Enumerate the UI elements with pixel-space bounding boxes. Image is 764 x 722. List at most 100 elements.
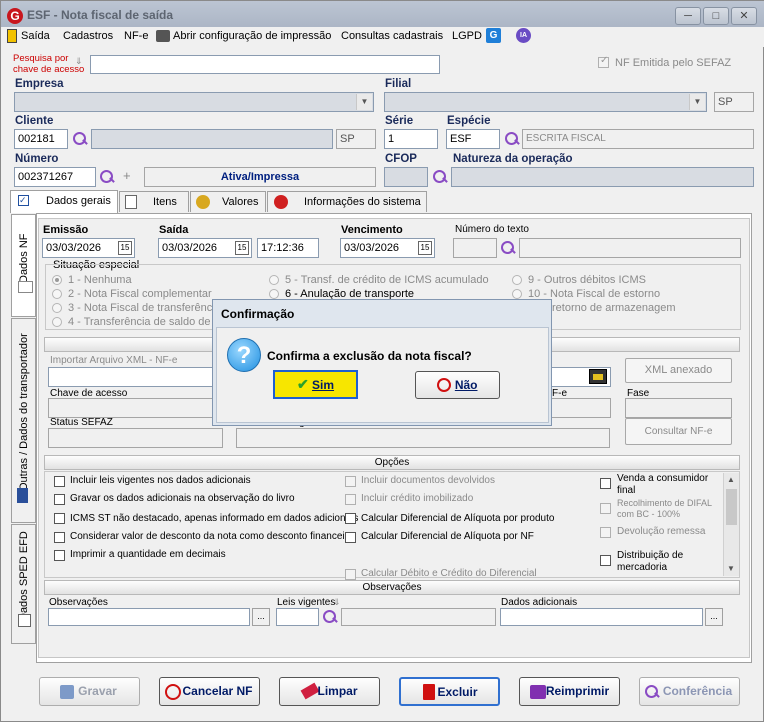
serie-input[interactable]: 1 <box>384 129 438 149</box>
folder-icon[interactable] <box>589 369 607 384</box>
opcao-checkbox[interactable] <box>345 513 356 524</box>
calendar-icon[interactable]: 15 <box>418 241 432 255</box>
filial-combo[interactable]: ▼ <box>384 92 707 112</box>
opcao-checkbox[interactable] <box>345 494 356 505</box>
limpar-button[interactable]: Limpar <box>279 677 380 706</box>
tab-valores[interactable]: Valores <box>190 191 266 212</box>
calendar-icon[interactable]: 15 <box>235 241 249 255</box>
search-icon[interactable] <box>504 131 520 147</box>
no-entry-icon <box>165 684 181 700</box>
opcao-checkbox[interactable] <box>345 569 356 580</box>
app-logo-icon: G <box>7 8 23 24</box>
menu-nfe[interactable]: NF-e <box>124 30 148 42</box>
opcao-checkbox[interactable] <box>600 555 611 566</box>
vencimento-input[interactable]: 03/03/2026 15 <box>340 238 435 258</box>
cancelar-nf-button[interactable]: Cancelar NF <box>159 677 260 706</box>
menu-config-impressao[interactable]: Abrir configuração de impressão <box>173 30 331 42</box>
situacao-option: 9 - Outros débitos ICMS <box>528 274 646 286</box>
empresa-combo[interactable]: ▼ <box>14 92 374 112</box>
numero-texto-input[interactable] <box>453 238 497 258</box>
search-icon[interactable] <box>322 609 338 625</box>
opcao-checkbox[interactable] <box>54 550 65 561</box>
observacoes-ellipsis-button[interactable]: ... <box>252 608 270 626</box>
lgpd-logo-icon[interactable]: G <box>486 28 501 43</box>
cliente-code-input[interactable]: 002181 <box>14 129 68 149</box>
dados-adicionais-input[interactable] <box>500 608 703 626</box>
radio-situacao-9[interactable] <box>512 275 522 285</box>
radio-situacao-3[interactable] <box>52 303 62 313</box>
search-chave-input[interactable] <box>90 55 440 74</box>
plus-icon[interactable]: + <box>123 168 131 183</box>
opcao-checkbox[interactable] <box>600 527 611 538</box>
radio-situacao-10[interactable] <box>512 289 522 299</box>
vtab-sped[interactable]: Dados SPED EFD <box>11 524 36 644</box>
observacoes-header: Observações <box>44 580 740 595</box>
opcao-label: Calcular Diferencial de Alíquota por pro… <box>361 513 555 524</box>
dados-ellipsis-button[interactable]: ... <box>705 608 723 626</box>
opcao-checkbox[interactable] <box>600 478 611 489</box>
menu-saida[interactable]: Saída <box>21 30 50 42</box>
consultar-nfe-button[interactable]: Consultar NF-e <box>625 418 732 445</box>
opcao-checkbox[interactable] <box>54 513 65 524</box>
search-icon[interactable] <box>72 131 88 147</box>
exit-door-icon <box>7 29 17 43</box>
minimize-button[interactable]: ─ <box>675 7 701 25</box>
menu-consultas[interactable]: Consultas cadastrais <box>341 30 443 42</box>
search-icon[interactable] <box>432 169 448 185</box>
nf-emitida-checkbox[interactable]: ✓ <box>598 55 609 68</box>
reimprimir-button[interactable]: Reimprimir <box>519 677 620 706</box>
dialog-no-button[interactable]: Não <box>415 371 500 399</box>
cliente-label: Cliente <box>15 115 54 127</box>
maximize-button[interactable]: □ <box>703 7 729 25</box>
opcao-label: Imprimir a quantidade em decimais <box>70 549 226 560</box>
opcao-label: Calcular Débito e Crédito do Diferencial <box>361 568 537 577</box>
radio-situacao-2[interactable] <box>52 289 62 299</box>
dialog-yes-button[interactable]: ✔ Sim <box>273 370 358 399</box>
tab-dados-gerais[interactable]: ✓ Dados gerais <box>10 190 118 213</box>
conferencia-button[interactable]: Conferência <box>639 677 740 706</box>
tab-itens[interactable]: Itens <box>119 191 189 212</box>
menu-lgpd[interactable]: LGPD <box>452 30 482 42</box>
opcoes-scrollbar[interactable]: ▲ ▼ <box>723 473 739 576</box>
window-title: ESF - Nota fiscal de saída <box>27 8 174 22</box>
saida-hora-input[interactable]: 17:12:36 <box>257 238 319 258</box>
cfop-input[interactable] <box>384 167 428 187</box>
excluir-button[interactable]: Excluir <box>399 677 500 706</box>
leis-input[interactable] <box>276 608 319 626</box>
radio-situacao-5[interactable] <box>269 275 279 285</box>
numero-input[interactable]: 002371267 <box>14 167 96 187</box>
opcao-checkbox[interactable] <box>345 476 356 487</box>
radio-situacao-6[interactable] <box>269 289 279 299</box>
chevron-down-icon[interactable]: ▼ <box>356 94 372 110</box>
chevron-down-icon[interactable]: ▼ <box>689 94 705 110</box>
ia-assistant-icon[interactable]: IA <box>516 28 531 43</box>
nfe-field <box>549 398 611 418</box>
dialog-message: Confirma a exclusão da nota fiscal? <box>267 349 472 363</box>
cliente-uf: SP <box>336 129 376 149</box>
menu-cadastros[interactable]: Cadastros <box>63 30 113 42</box>
opcao-checkbox[interactable] <box>600 503 611 514</box>
opcao-checkbox[interactable] <box>54 476 65 487</box>
radio-situacao-4[interactable] <box>52 317 62 327</box>
opcao-checkbox[interactable] <box>345 532 356 543</box>
opcao-checkbox[interactable] <box>54 532 65 543</box>
observacoes-input[interactable] <box>48 608 250 626</box>
edit-icon <box>18 614 31 627</box>
close-button[interactable]: ✕ <box>731 7 757 25</box>
search-icon[interactable] <box>500 240 516 256</box>
xml-anexado-button[interactable]: XML anexado <box>625 358 732 383</box>
gravar-button[interactable]: Gravar <box>39 677 140 706</box>
radio-situacao-1[interactable] <box>52 275 62 285</box>
numero-label: Número <box>15 153 59 165</box>
tab-informacoes[interactable]: Informações do sistema <box>267 191 427 212</box>
calendar-icon[interactable]: 15 <box>118 241 132 255</box>
saida-input[interactable]: 03/03/2026 15 <box>158 238 252 258</box>
natureza-input[interactable] <box>451 167 754 187</box>
especie-code-input[interactable]: ESF <box>446 129 500 149</box>
button-label: Reimprimir <box>545 684 610 698</box>
vtab-dados-nf[interactable]: Dados NF <box>11 214 36 317</box>
search-icon[interactable] <box>99 169 115 185</box>
opcao-checkbox[interactable] <box>54 494 65 505</box>
emissao-input[interactable]: 03/03/2026 15 <box>42 238 135 258</box>
vtab-transportador[interactable]: Outras / Dados do transportador <box>11 318 36 523</box>
